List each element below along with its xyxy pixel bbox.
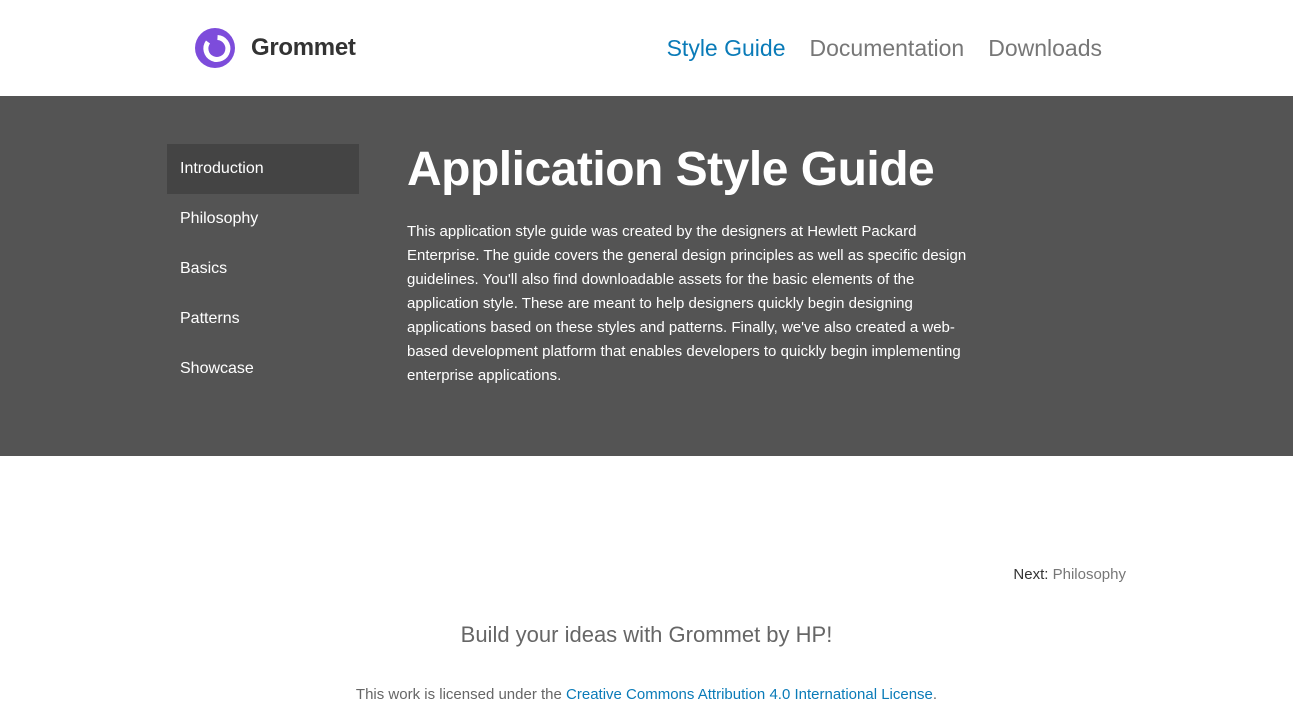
license-link[interactable]: Creative Commons Attribution 4.0 Interna…	[566, 686, 933, 703]
nav-style-guide[interactable]: Style Guide	[667, 32, 786, 64]
license-notice: This work is licensed under the Creative…	[0, 685, 1293, 705]
next-philosophy-link[interactable]: Philosophy	[1053, 566, 1126, 583]
site-header: Grommet Style Guide Documentation Downlo…	[0, 0, 1293, 96]
hero-content: Application Style Guide This application…	[407, 140, 977, 388]
footer-tagline: Build your ideas with Grommet by HP!	[460, 622, 833, 647]
nav-documentation[interactable]: Documentation	[810, 32, 965, 64]
license-suffix: .	[932, 686, 938, 703]
brand-name: Grommet	[251, 34, 356, 61]
hero-section: Introduction Philosophy Basics Patterns …	[0, 96, 1293, 456]
brand-home-link[interactable]: Grommet	[195, 28, 356, 68]
sidebar-nav: Introduction Philosophy Basics Patterns …	[167, 144, 359, 394]
sidebar-item-basics[interactable]: Basics	[167, 244, 359, 294]
intro-paragraph: This application style guide was created…	[407, 223, 967, 384]
grommet-logo-icon	[195, 28, 235, 68]
sidebar-item-patterns[interactable]: Patterns	[167, 294, 359, 344]
license-prefix: This work is licensed under the	[355, 686, 562, 703]
page-title: Application Style Guide	[407, 143, 935, 196]
nav-downloads[interactable]: Downloads	[988, 32, 1102, 64]
next-label: Next:	[1013, 566, 1049, 583]
sidebar-item-introduction[interactable]: Introduction	[167, 144, 359, 194]
sidebar-item-philosophy[interactable]: Philosophy	[167, 194, 359, 244]
top-nav: Style Guide Documentation Downloads	[667, 32, 1102, 64]
next-page-nav: Next: Philosophy	[1013, 565, 1126, 585]
sidebar-item-showcase[interactable]: Showcase	[167, 344, 359, 394]
